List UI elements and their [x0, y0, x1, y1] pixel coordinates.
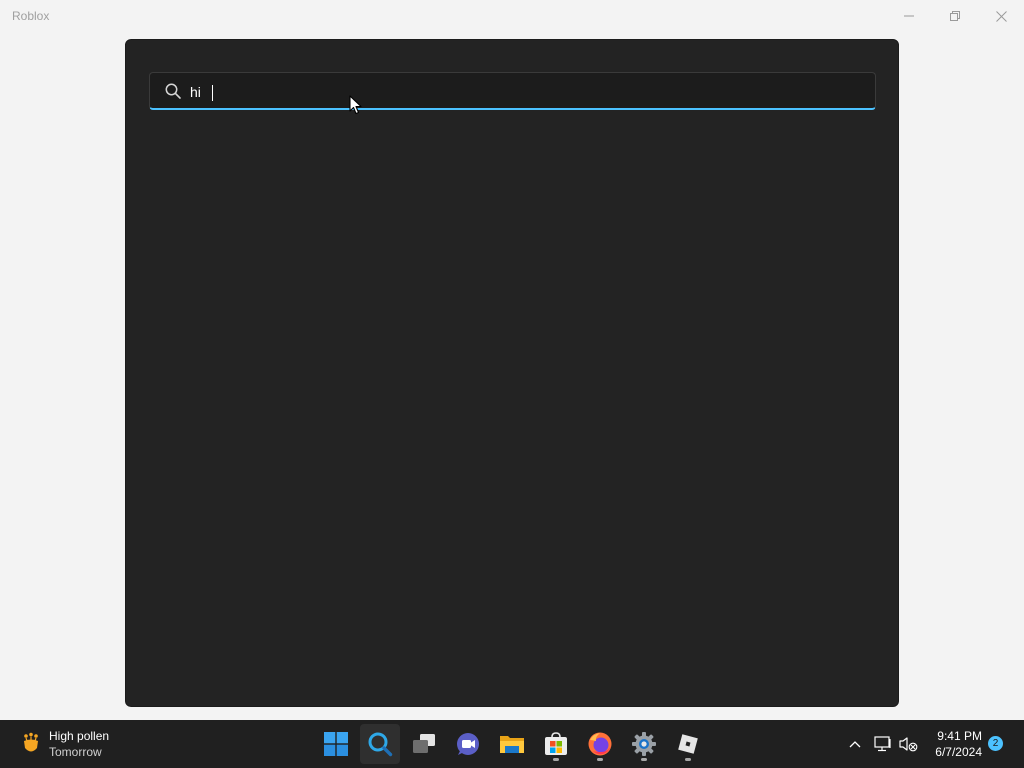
restore-button[interactable]: [932, 0, 978, 32]
running-indicator: [641, 758, 647, 761]
close-button[interactable]: [978, 0, 1024, 32]
folder-icon: [500, 736, 524, 753]
search-input[interactable]: [190, 81, 850, 103]
weather-widget[interactable]: High pollen Tomorrow: [18, 726, 109, 762]
weather-title: High pollen: [49, 729, 110, 743]
firefox-button[interactable]: [580, 724, 620, 764]
weather-subtitle: Tomorrow: [49, 745, 102, 759]
roblox-icon: [678, 734, 698, 754]
task-view-button[interactable]: [404, 724, 444, 764]
roblox-button[interactable]: [668, 724, 708, 764]
network-monitor-icon: [874, 736, 891, 752]
chat-button[interactable]: [448, 724, 488, 764]
restore-icon: [950, 11, 960, 21]
search-icon: [368, 732, 393, 757]
running-indicator: [597, 758, 603, 761]
title-bar: Roblox: [0, 0, 1024, 32]
windows-logo-icon: [324, 732, 348, 756]
chevron-up-icon: [849, 741, 861, 748]
pollen-flower-icon: [24, 732, 38, 752]
volume-tray-button[interactable]: [896, 732, 920, 756]
store-button[interactable]: [536, 724, 576, 764]
clock-time: 9:41 PM: [937, 729, 982, 743]
text-caret: [212, 85, 213, 101]
taskbar-search-button[interactable]: [360, 724, 400, 764]
search-icon: [165, 83, 181, 99]
file-explorer-button[interactable]: [492, 724, 532, 764]
taskbar: High pollen Tomorrow 9:41 PM 6/7/2024 2: [0, 720, 1024, 768]
clock[interactable]: 9:41 PM 6/7/2024: [926, 728, 982, 760]
show-hidden-icons-button[interactable]: [843, 732, 867, 756]
notification-badge[interactable]: 2: [988, 736, 1003, 751]
running-indicator: [685, 758, 691, 761]
search-panel: [125, 39, 899, 707]
mouse-cursor-icon: [349, 95, 362, 115]
network-tray-button[interactable]: [871, 732, 895, 756]
chat-camera-icon: [457, 733, 479, 755]
store-icon: [545, 732, 567, 755]
minimize-icon: [904, 15, 914, 17]
start-button[interactable]: [316, 724, 356, 764]
search-box[interactable]: [149, 72, 876, 110]
speaker-muted-icon: [899, 737, 918, 752]
firefox-icon: [588, 732, 612, 756]
minimize-button[interactable]: [886, 0, 932, 32]
window-title: Roblox: [12, 9, 50, 23]
settings-button[interactable]: [624, 724, 664, 764]
running-indicator: [553, 758, 559, 761]
clock-date: 6/7/2024: [935, 745, 982, 759]
gear-icon: [632, 732, 656, 756]
close-icon: [995, 10, 1007, 22]
task-view-icon: [413, 734, 435, 753]
